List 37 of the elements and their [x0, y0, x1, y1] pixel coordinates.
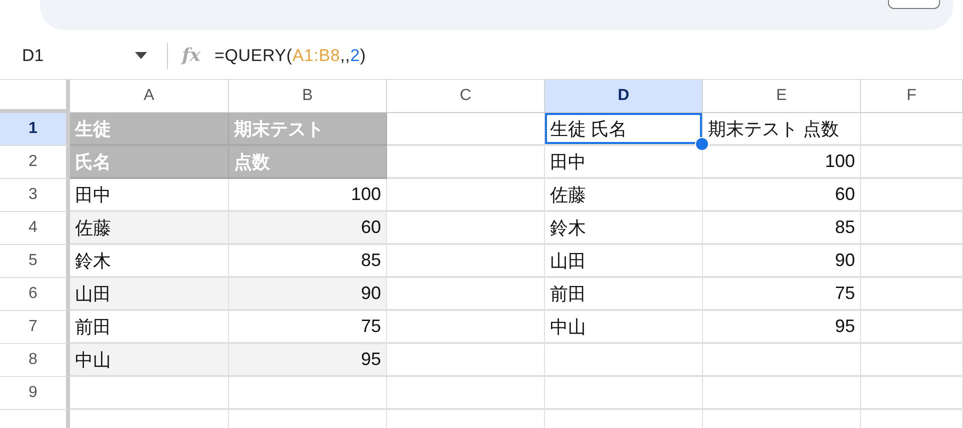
table-cell: 60 — [229, 212, 387, 245]
table-cell: 95 — [703, 311, 861, 344]
table-cell: 佐藤 — [545, 179, 703, 212]
function-label: fx — [182, 45, 200, 66]
table-cell: 60 — [703, 179, 861, 212]
table-cell: 中山 — [545, 311, 703, 344]
table-cell: 85 — [703, 212, 861, 245]
name-box[interactable]: D1 — [0, 46, 112, 66]
table-cell: 95 — [229, 344, 387, 377]
column-header[interactable]: F — [861, 80, 963, 113]
table-cell: 75 — [703, 278, 861, 311]
table-cell: 生徒 氏名 — [545, 113, 703, 146]
table-cell: 山田 — [70, 278, 229, 311]
row-header[interactable]: 7 — [0, 311, 70, 344]
column-header[interactable]: E — [703, 80, 861, 113]
table-cell: 前田 — [545, 278, 703, 311]
table-cell: 氏名 — [70, 146, 229, 179]
row-header[interactable]: 9 — [0, 377, 70, 410]
table-cell: 田中 — [545, 146, 703, 179]
table-cell: 山田 — [545, 245, 703, 278]
table-cell: 中山 — [70, 344, 229, 377]
table-cell: 鈴木 — [545, 212, 703, 245]
table-cell: 佐藤 — [70, 212, 229, 245]
table-cell: 期末テスト — [229, 113, 387, 146]
row-header[interactable]: 5 — [0, 245, 70, 278]
table-cell: 90 — [229, 278, 387, 311]
table-cell: 生徒 — [70, 113, 229, 146]
formula-input[interactable]: =QUERY(A1:B8,,2) — [214, 46, 366, 66]
row-header[interactable]: 3 — [0, 179, 70, 212]
caret-icon[interactable] — [135, 52, 147, 59]
row-header[interactable]: 1 — [0, 113, 70, 146]
table-cell: 100 — [703, 146, 861, 179]
table-cell: 期末テスト 点数 — [703, 113, 861, 146]
column-header[interactable]: D — [545, 80, 703, 113]
fill-handle[interactable] — [695, 137, 709, 151]
table-cell: 点数 — [229, 146, 387, 179]
table-cell: 90 — [703, 245, 861, 278]
